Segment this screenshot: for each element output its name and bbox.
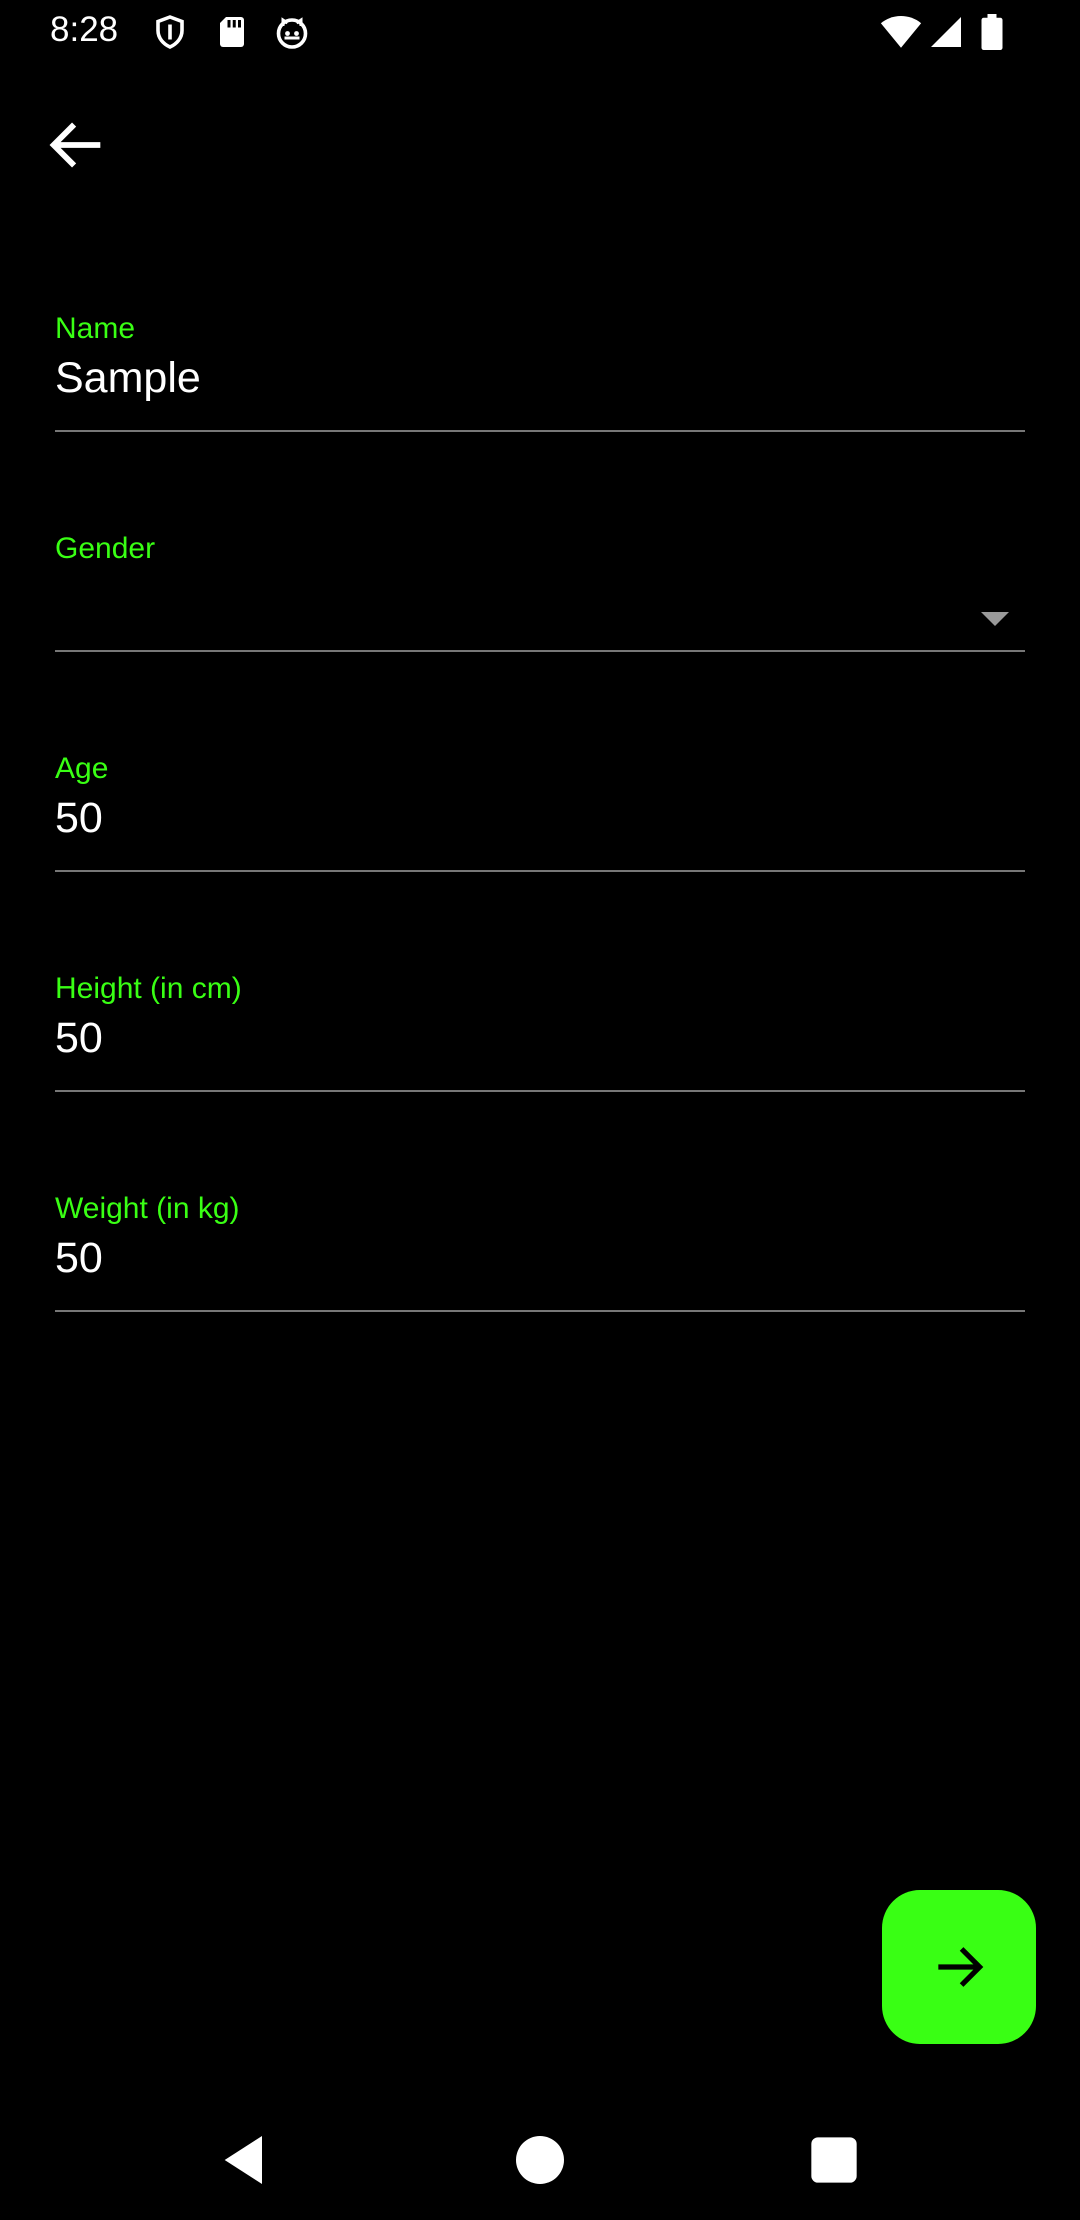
- age-label: Age: [55, 752, 109, 785]
- status-bar: 8:28: [0, 0, 1080, 66]
- name-value[interactable]: Sample: [55, 354, 201, 403]
- weight-field[interactable]: Weight (in kg) 50: [55, 1192, 1025, 1312]
- name-label: Name: [55, 312, 136, 345]
- name-underline: [55, 430, 1025, 432]
- nav-back-button[interactable]: [214, 2128, 278, 2192]
- gender-label: Gender: [55, 532, 156, 565]
- height-value[interactable]: 50: [55, 1014, 103, 1063]
- weight-value[interactable]: 50: [55, 1234, 103, 1283]
- sd-card-icon: [214, 14, 250, 50]
- age-value[interactable]: 50: [55, 794, 103, 843]
- home-circle-icon: [516, 2136, 564, 2184]
- cat-face-icon: [274, 14, 310, 50]
- height-underline: [55, 1090, 1025, 1092]
- nav-recents-button[interactable]: [802, 2128, 866, 2192]
- weight-underline: [55, 1310, 1025, 1312]
- shield-icon: [152, 14, 188, 50]
- arrow-right-icon: [938, 1947, 984, 1987]
- age-underline: [55, 870, 1025, 872]
- recents-square-icon: [811, 2137, 857, 2183]
- dropdown-arrow-icon[interactable]: [981, 612, 1009, 626]
- arrow-left-icon: [49, 122, 101, 168]
- weight-label: Weight (in kg): [55, 1192, 240, 1225]
- next-button[interactable]: [882, 1890, 1036, 2044]
- wifi-icon: [880, 14, 922, 50]
- cell-signal-icon: [928, 14, 964, 50]
- age-field[interactable]: Age 50: [55, 752, 1025, 872]
- gender-dropdown[interactable]: Gender: [55, 532, 1025, 652]
- back-button[interactable]: [42, 110, 112, 180]
- nav-home-button[interactable]: [508, 2128, 572, 2192]
- gender-underline: [55, 650, 1025, 652]
- app-screen: 8:28 Name Sample Gender Age 50 Height (i…: [0, 0, 1080, 2220]
- height-label: Height (in cm): [55, 972, 242, 1005]
- battery-icon: [978, 14, 1006, 50]
- system-nav-bar: [0, 2100, 1080, 2220]
- height-field[interactable]: Height (in cm) 50: [55, 972, 1025, 1092]
- name-field[interactable]: Name Sample: [55, 312, 1025, 432]
- back-triangle-icon: [224, 2136, 262, 2184]
- status-time: 8:28: [50, 10, 119, 49]
